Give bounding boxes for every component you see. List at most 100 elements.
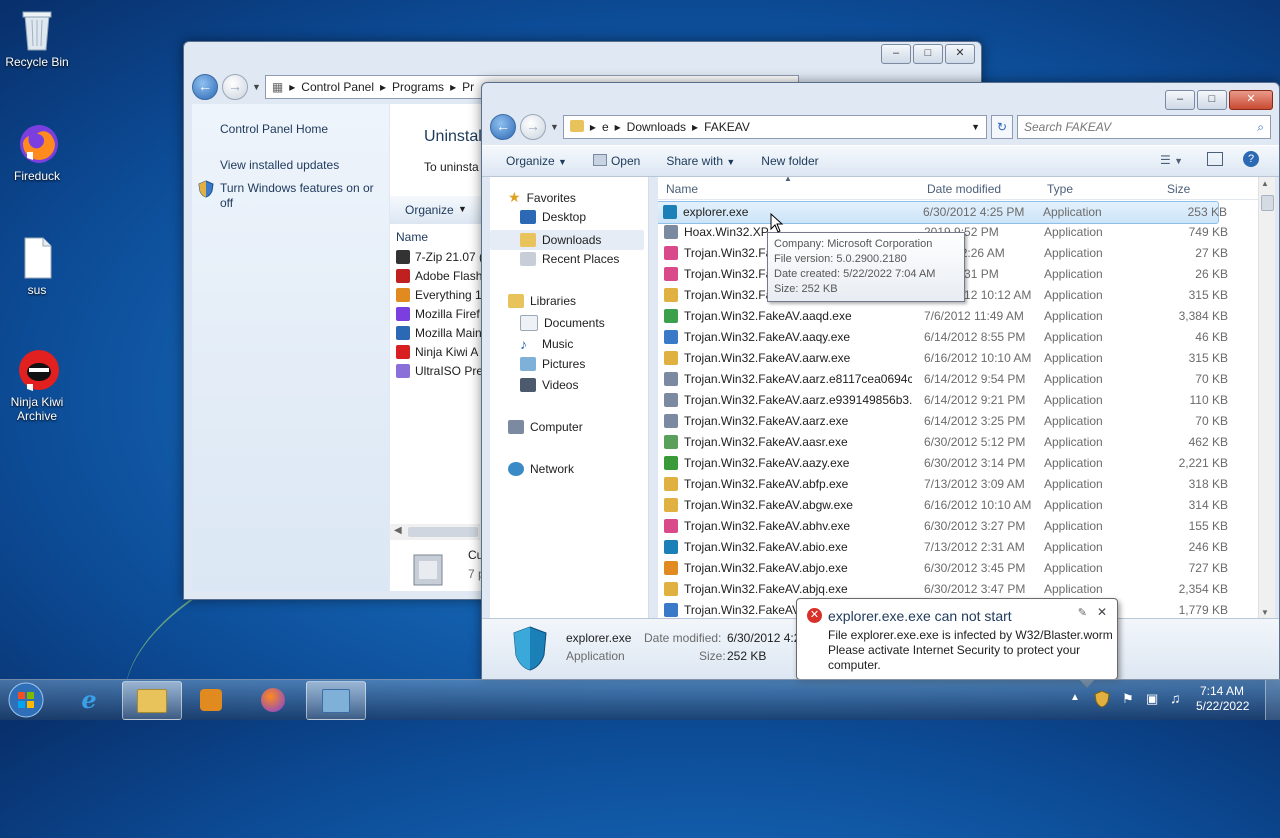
taskbar-media-player[interactable] <box>182 681 240 718</box>
column-header-name[interactable]: Name <box>396 230 428 244</box>
taskbar-firefox[interactable] <box>244 681 302 718</box>
file-row[interactable]: Trojan.Win32.FakeAV.abgw.exe 6/16/2012 10… <box>658 495 1259 516</box>
nav-pictures[interactable]: Pictures <box>520 357 585 371</box>
file-row[interactable]: Trojan.Win32.FakeAV.abfp.exe 7/13/2012 3:… <box>658 474 1259 495</box>
breadcrumb-control-panel[interactable]: Control Panel <box>301 80 374 94</box>
computer-icon <box>508 420 524 434</box>
file-row[interactable]: Trojan.Win32.FakeAV.abhv.exe 6/30/2012 3:… <box>658 516 1259 537</box>
start-button[interactable] <box>6 681 46 719</box>
explorer-toolbar: Organize ▼ Open Share with ▼ New folder … <box>482 145 1279 177</box>
control-panel-home-link[interactable]: Control Panel Home <box>220 122 328 136</box>
help-icon[interactable]: ? <box>1243 151 1259 167</box>
preview-pane-icon[interactable] <box>1207 152 1223 166</box>
new-folder-button[interactable]: New folder <box>761 154 818 168</box>
back-button[interactable]: ← <box>192 74 218 100</box>
nav-downloads[interactable]: Downloads <box>490 230 644 250</box>
pin-icon[interactable]: ✎ <box>1078 606 1087 619</box>
desktop-icon-sus[interactable]: sus <box>0 236 74 297</box>
recent-pages-chevron-icon[interactable]: ▼ <box>252 82 261 92</box>
close-button[interactable]: ✕ <box>945 44 975 64</box>
program-row[interactable]: UltraISO Pre <box>396 364 483 378</box>
nav-music[interactable]: ♪ Music <box>520 336 573 352</box>
volume-icon[interactable]: ♫ <box>1170 690 1181 706</box>
organize-button[interactable]: Organize ▼ <box>506 154 567 168</box>
desktop-icon-recycle-bin[interactable]: Recycle Bin <box>0 8 74 69</box>
forward-button[interactable]: → <box>222 74 248 100</box>
file-row[interactable]: Trojan.Win32.FakeAV.aaqd.exe 7/6/2012 11:… <box>658 306 1259 327</box>
control-panel-titlebar[interactable]: – □ ✕ <box>184 42 981 72</box>
forward-button[interactable]: → <box>520 114 546 140</box>
nav-recent-places[interactable]: Recent Places <box>520 252 619 266</box>
desktop-icon-ninja-kiwi-archive[interactable]: Ninja Kiwi Archive <box>0 348 74 423</box>
address-dropdown-icon[interactable]: ▼ <box>971 122 980 132</box>
maximize-button[interactable]: □ <box>913 44 943 64</box>
column-header-name[interactable]: Name <box>666 182 698 196</box>
file-row[interactable]: Trojan.Win32.FakeAV.aarz.e939149856b3...… <box>658 390 1259 411</box>
nav-computer[interactable]: Computer <box>508 420 583 434</box>
show-hidden-icons-icon[interactable]: ▲ <box>1070 692 1080 703</box>
program-row[interactable]: Ninja Kiwi A <box>396 345 478 359</box>
file-row[interactable]: Trojan.Win32.FakeAV.aazy.exe 6/30/2012 3:… <box>658 453 1259 474</box>
back-button[interactable]: ← <box>490 114 516 140</box>
breadcrumb-programs-features[interactable]: Pr <box>462 80 474 94</box>
nav-documents[interactable]: Documents <box>520 315 605 331</box>
explorer-window[interactable]: – □ ✕ ← → ▼ ▸ e ▸ Downloads ▸ FAKEAV ▼ ↻… <box>481 82 1280 680</box>
maximize-button[interactable]: □ <box>1197 90 1227 110</box>
explorer-address-bar[interactable]: ▸ e ▸ Downloads ▸ FAKEAV ▼ <box>562 115 987 139</box>
action-center-flag-icon[interactable]: ⚑ <box>1122 691 1134 707</box>
file-row[interactable]: Trojan.Win32.FakeAV.aarw.exe 6/16/2012 10… <box>658 348 1259 369</box>
file-row[interactable]: Trojan.Win32.FakeAV.abio.exe 7/13/2012 2:… <box>658 537 1259 558</box>
column-header-type[interactable]: Type <box>1047 182 1073 196</box>
program-row[interactable]: Mozilla Main <box>396 326 482 340</box>
view-options-icon[interactable]: ☰ ▼ <box>1160 153 1183 167</box>
breadcrumb-e[interactable]: e <box>602 120 609 134</box>
close-icon[interactable]: ✕ <box>1097 605 1107 619</box>
file-row[interactable]: Trojan.Win32.FakeAV.aasr.exe 6/30/2012 5:… <box>658 432 1259 453</box>
column-header-date[interactable]: Date modified <box>927 182 1001 196</box>
file-row[interactable]: Trojan.Win32.FakeAV.aarz.exe 6/14/2012 3:… <box>658 411 1259 432</box>
file-row[interactable]: Trojan.Win32.FakeAV.aarz.e8117cea0694c..… <box>658 369 1259 390</box>
file-row[interactable]: Trojan.Win32.FakeAV.aaqy.exe 6/14/2012 8:… <box>658 327 1259 348</box>
program-row[interactable]: 7-Zip 21.07 ( <box>396 250 483 264</box>
recent-pages-chevron-icon[interactable]: ▼ <box>550 122 559 132</box>
nav-videos[interactable]: Videos <box>520 378 578 392</box>
program-row[interactable]: Mozilla Firef <box>396 307 480 321</box>
nav-favorites[interactable]: ★ Favorites <box>508 189 576 206</box>
minimize-button[interactable]: – <box>881 44 911 64</box>
clock[interactable]: 7:14 AM 5/22/2022 <box>1196 684 1249 714</box>
search-input[interactable]: Search FAKEAV ⌕ <box>1017 115 1271 139</box>
minimize-button[interactable]: – <box>1165 90 1195 110</box>
file-row[interactable]: Trojan.Win32.FakeAV.abjq.exe 6/30/2012 3:… <box>658 579 1259 600</box>
show-desktop-button[interactable] <box>1265 680 1280 720</box>
application-icon <box>664 456 678 470</box>
view-installed-updates-link[interactable]: View installed updates <box>220 158 339 172</box>
taskbar-windows-explorer[interactable] <box>122 681 182 720</box>
search-icon[interactable]: ⌕ <box>1257 120 1264 135</box>
nav-network[interactable]: Network <box>508 462 574 476</box>
breadcrumb-programs[interactable]: Programs <box>392 80 444 94</box>
security-shield-tray-icon[interactable] <box>1094 690 1110 711</box>
share-with-button[interactable]: Share with ▼ <box>666 154 735 168</box>
file-row[interactable]: explorer.exe 6/30/2012 4:25 PM Application… <box>658 201 1227 224</box>
open-button[interactable]: Open <box>592 154 640 168</box>
taskbar-internet-explorer[interactable]: e <box>60 681 118 718</box>
breadcrumb-fakeav[interactable]: FAKEAV <box>704 120 750 134</box>
program-row[interactable]: Everything 1 <box>396 288 482 302</box>
horizontal-scrollbar[interactable]: ◀ <box>390 524 480 540</box>
close-button[interactable]: ✕ <box>1229 90 1273 110</box>
nav-libraries[interactable]: Libraries <box>508 294 576 308</box>
explorer-titlebar[interactable]: – □ ✕ <box>482 83 1279 113</box>
column-header-size[interactable]: Size <box>1167 182 1190 196</box>
organize-button[interactable]: Organize <box>405 203 454 217</box>
program-row[interactable]: Adobe Flash <box>396 269 482 283</box>
vertical-scrollbar[interactable]: ▲ ▼ <box>1258 177 1275 619</box>
taskbar-control-panel[interactable] <box>306 681 366 720</box>
nav-desktop[interactable]: Desktop <box>520 210 586 224</box>
desktop-icon-fireduck[interactable]: Fireduck <box>0 122 74 183</box>
file-row[interactable]: Trojan.Win32.FakeAV.abjo.exe 6/30/2012 3:… <box>658 558 1259 579</box>
infection-notification-balloon[interactable]: ✕ explorer.exe.exe can not start ✎ ✕ Fil… <box>796 598 1118 688</box>
refresh-icon[interactable]: ↻ <box>991 115 1013 139</box>
network-tray-icon[interactable]: ▣ <box>1146 691 1158 707</box>
breadcrumb-downloads[interactable]: Downloads <box>627 120 686 134</box>
windows-features-link[interactable]: Turn Windows features on or off <box>220 181 380 211</box>
